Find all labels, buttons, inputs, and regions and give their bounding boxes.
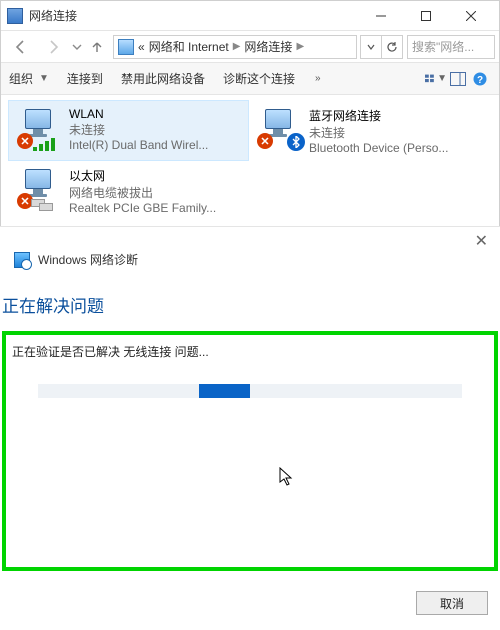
app-icon: [7, 8, 23, 24]
highlighted-progress-area: 正在验证是否已解决 无线连接 问题...: [2, 331, 498, 571]
chevron-down-icon: ▼: [437, 73, 447, 84]
connection-device: Intel(R) Dual Band Wirel...: [69, 138, 240, 152]
progress-bar: [38, 384, 462, 398]
back-button[interactable]: [5, 34, 37, 60]
connection-item-wlan[interactable]: ✕ WLAN 未连接 Intel(R) Dual Band Wirel...: [8, 100, 249, 161]
breadcrumb-prefix: «: [138, 40, 145, 54]
dialog-title-row: Windows 网络诊断: [0, 227, 500, 282]
forward-button[interactable]: [37, 34, 69, 60]
titlebar[interactable]: 网络连接: [1, 1, 499, 31]
disable-device-button[interactable]: 禁用此网络设备: [121, 70, 205, 87]
recent-locations-dropdown[interactable]: [69, 34, 85, 60]
connection-state: 未连接: [309, 124, 482, 141]
view-options-button[interactable]: ▼: [425, 68, 447, 90]
chevron-right-icon: ▶: [233, 41, 241, 52]
connection-item-ethernet[interactable]: ✕ 以太网 网络电缆被拔出 Realtek PCIe GBE Family...: [9, 161, 250, 221]
error-x-icon: ✕: [257, 133, 273, 149]
wifi-bars-icon: [33, 135, 57, 151]
bluetooth-icon: [287, 133, 305, 151]
network-icon: [118, 39, 134, 55]
refresh-button[interactable]: [381, 35, 403, 59]
search-input[interactable]: 搜索"网络...: [407, 35, 495, 59]
dialog-footer: 取消: [0, 577, 500, 615]
connection-name: 蓝牙网络连接: [309, 107, 482, 124]
network-troubleshooter-dialog: ✕ Windows 网络诊断 正在解决问题 正在验证是否已解决 无线连接 问题.…: [0, 226, 500, 630]
connection-device: Bluetooth Device (Perso...: [309, 141, 482, 155]
progress-bar-indeterminate-chunk: [199, 384, 250, 398]
close-icon[interactable]: ✕: [475, 231, 488, 251]
ethernet-plug-icon: [31, 199, 53, 211]
connection-state: 网络电缆被拔出: [69, 184, 242, 201]
connection-name: 以太网: [69, 167, 242, 184]
more-commands-chevron[interactable]: »: [313, 73, 321, 84]
connect-to-button[interactable]: 连接到: [67, 70, 103, 87]
chevron-down-icon: ▼: [39, 73, 49, 84]
dialog-title: Windows 网络诊断: [38, 251, 138, 268]
breadcrumb-item[interactable]: 网络连接: [244, 38, 292, 55]
troubleshooter-icon: [14, 252, 30, 268]
bluetooth-network-icon: ✕: [257, 107, 305, 149]
connections-list: ✕ WLAN 未连接 Intel(R) Dual Band Wirel... ✕: [1, 95, 499, 233]
help-button[interactable]: ?: [469, 68, 491, 90]
error-x-icon: ✕: [17, 133, 33, 149]
diagnose-button[interactable]: 诊断这个连接: [223, 70, 295, 87]
chevron-right-icon: »: [315, 73, 321, 84]
organize-menu[interactable]: 组织▼: [9, 70, 49, 87]
section-heading: 正在解决问题: [0, 282, 500, 325]
command-bar: 组织▼ 连接到 禁用此网络设备 诊断这个连接 » ▼ ?: [1, 63, 499, 95]
connection-item-bluetooth[interactable]: ✕ 蓝牙网络连接 未连接 Bluetooth Device (Perso...: [249, 101, 490, 161]
network-connections-window: 网络连接 « 网络和 Internet: [0, 0, 500, 234]
status-text: 正在验证是否已解决 无线连接 问题...: [12, 343, 488, 360]
up-button[interactable]: [85, 34, 109, 60]
breadcrumb[interactable]: « 网络和 Internet ▶ 网络连接 ▶: [113, 35, 357, 59]
close-button[interactable]: [448, 2, 493, 30]
chevron-right-icon: ▶: [296, 41, 304, 52]
minimize-button[interactable]: [358, 2, 403, 30]
preview-pane-button[interactable]: [447, 68, 469, 90]
cursor-icon: [279, 467, 295, 487]
breadcrumb-item[interactable]: 网络和 Internet: [149, 38, 229, 55]
connection-device: Realtek PCIe GBE Family...: [69, 201, 242, 215]
address-bar-row: « 网络和 Internet ▶ 网络连接 ▶ 搜索"网络...: [1, 31, 499, 63]
connection-name: WLAN: [69, 107, 240, 121]
connection-state: 未连接: [69, 121, 240, 138]
address-history-dropdown[interactable]: [360, 35, 382, 59]
maximize-button[interactable]: [403, 2, 448, 30]
search-placeholder: 搜索"网络...: [412, 38, 474, 55]
window-title: 网络连接: [29, 7, 358, 24]
ethernet-icon: ✕: [17, 167, 65, 209]
cancel-button[interactable]: 取消: [416, 591, 488, 615]
wlan-icon: ✕: [17, 107, 65, 149]
svg-text:?: ?: [477, 75, 483, 86]
